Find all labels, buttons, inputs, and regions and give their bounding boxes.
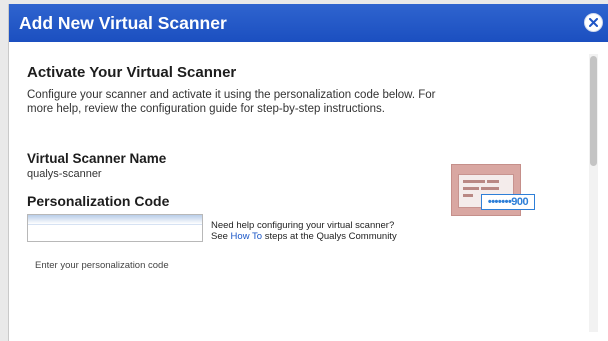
illustration-line xyxy=(463,187,479,190)
personalization-code-input[interactable] xyxy=(27,214,203,242)
code-badge: •••••••900 xyxy=(481,194,535,210)
illustration-line xyxy=(487,180,499,183)
section-heading: Activate Your Virtual Scanner xyxy=(27,64,237,81)
help-line-1: Need help configuring your virtual scann… xyxy=(211,220,395,231)
input-hint: Enter your personalization code xyxy=(35,260,169,271)
close-icon xyxy=(589,18,598,27)
close-button[interactable] xyxy=(584,13,603,32)
add-virtual-scanner-dialog: Add New Virtual Scanner Activate Your Vi… xyxy=(8,4,608,341)
how-to-link[interactable]: How To xyxy=(231,231,263,242)
scanner-name-value: qualys-scanner xyxy=(27,168,102,180)
illustration-line xyxy=(463,180,485,183)
scrollbar-thumb[interactable] xyxy=(590,56,597,166)
help-text: Need help configuring your virtual scann… xyxy=(211,220,397,242)
description-text: Configure your scanner and activate it u… xyxy=(27,89,436,115)
illustration-line xyxy=(463,194,473,197)
help-line-2: See How To steps at the Qualys Community xyxy=(211,231,397,242)
dialog-titlebar: Add New Virtual Scanner xyxy=(9,4,608,42)
dialog-title: Add New Virtual Scanner xyxy=(19,13,227,33)
help-rest-text: steps at the Qualys Community xyxy=(262,231,397,242)
help-see-text: See xyxy=(211,231,231,242)
illustration-line xyxy=(481,187,499,190)
personalization-code-label: Personalization Code xyxy=(27,193,170,209)
scanner-name-label: Virtual Scanner Name xyxy=(27,151,167,166)
